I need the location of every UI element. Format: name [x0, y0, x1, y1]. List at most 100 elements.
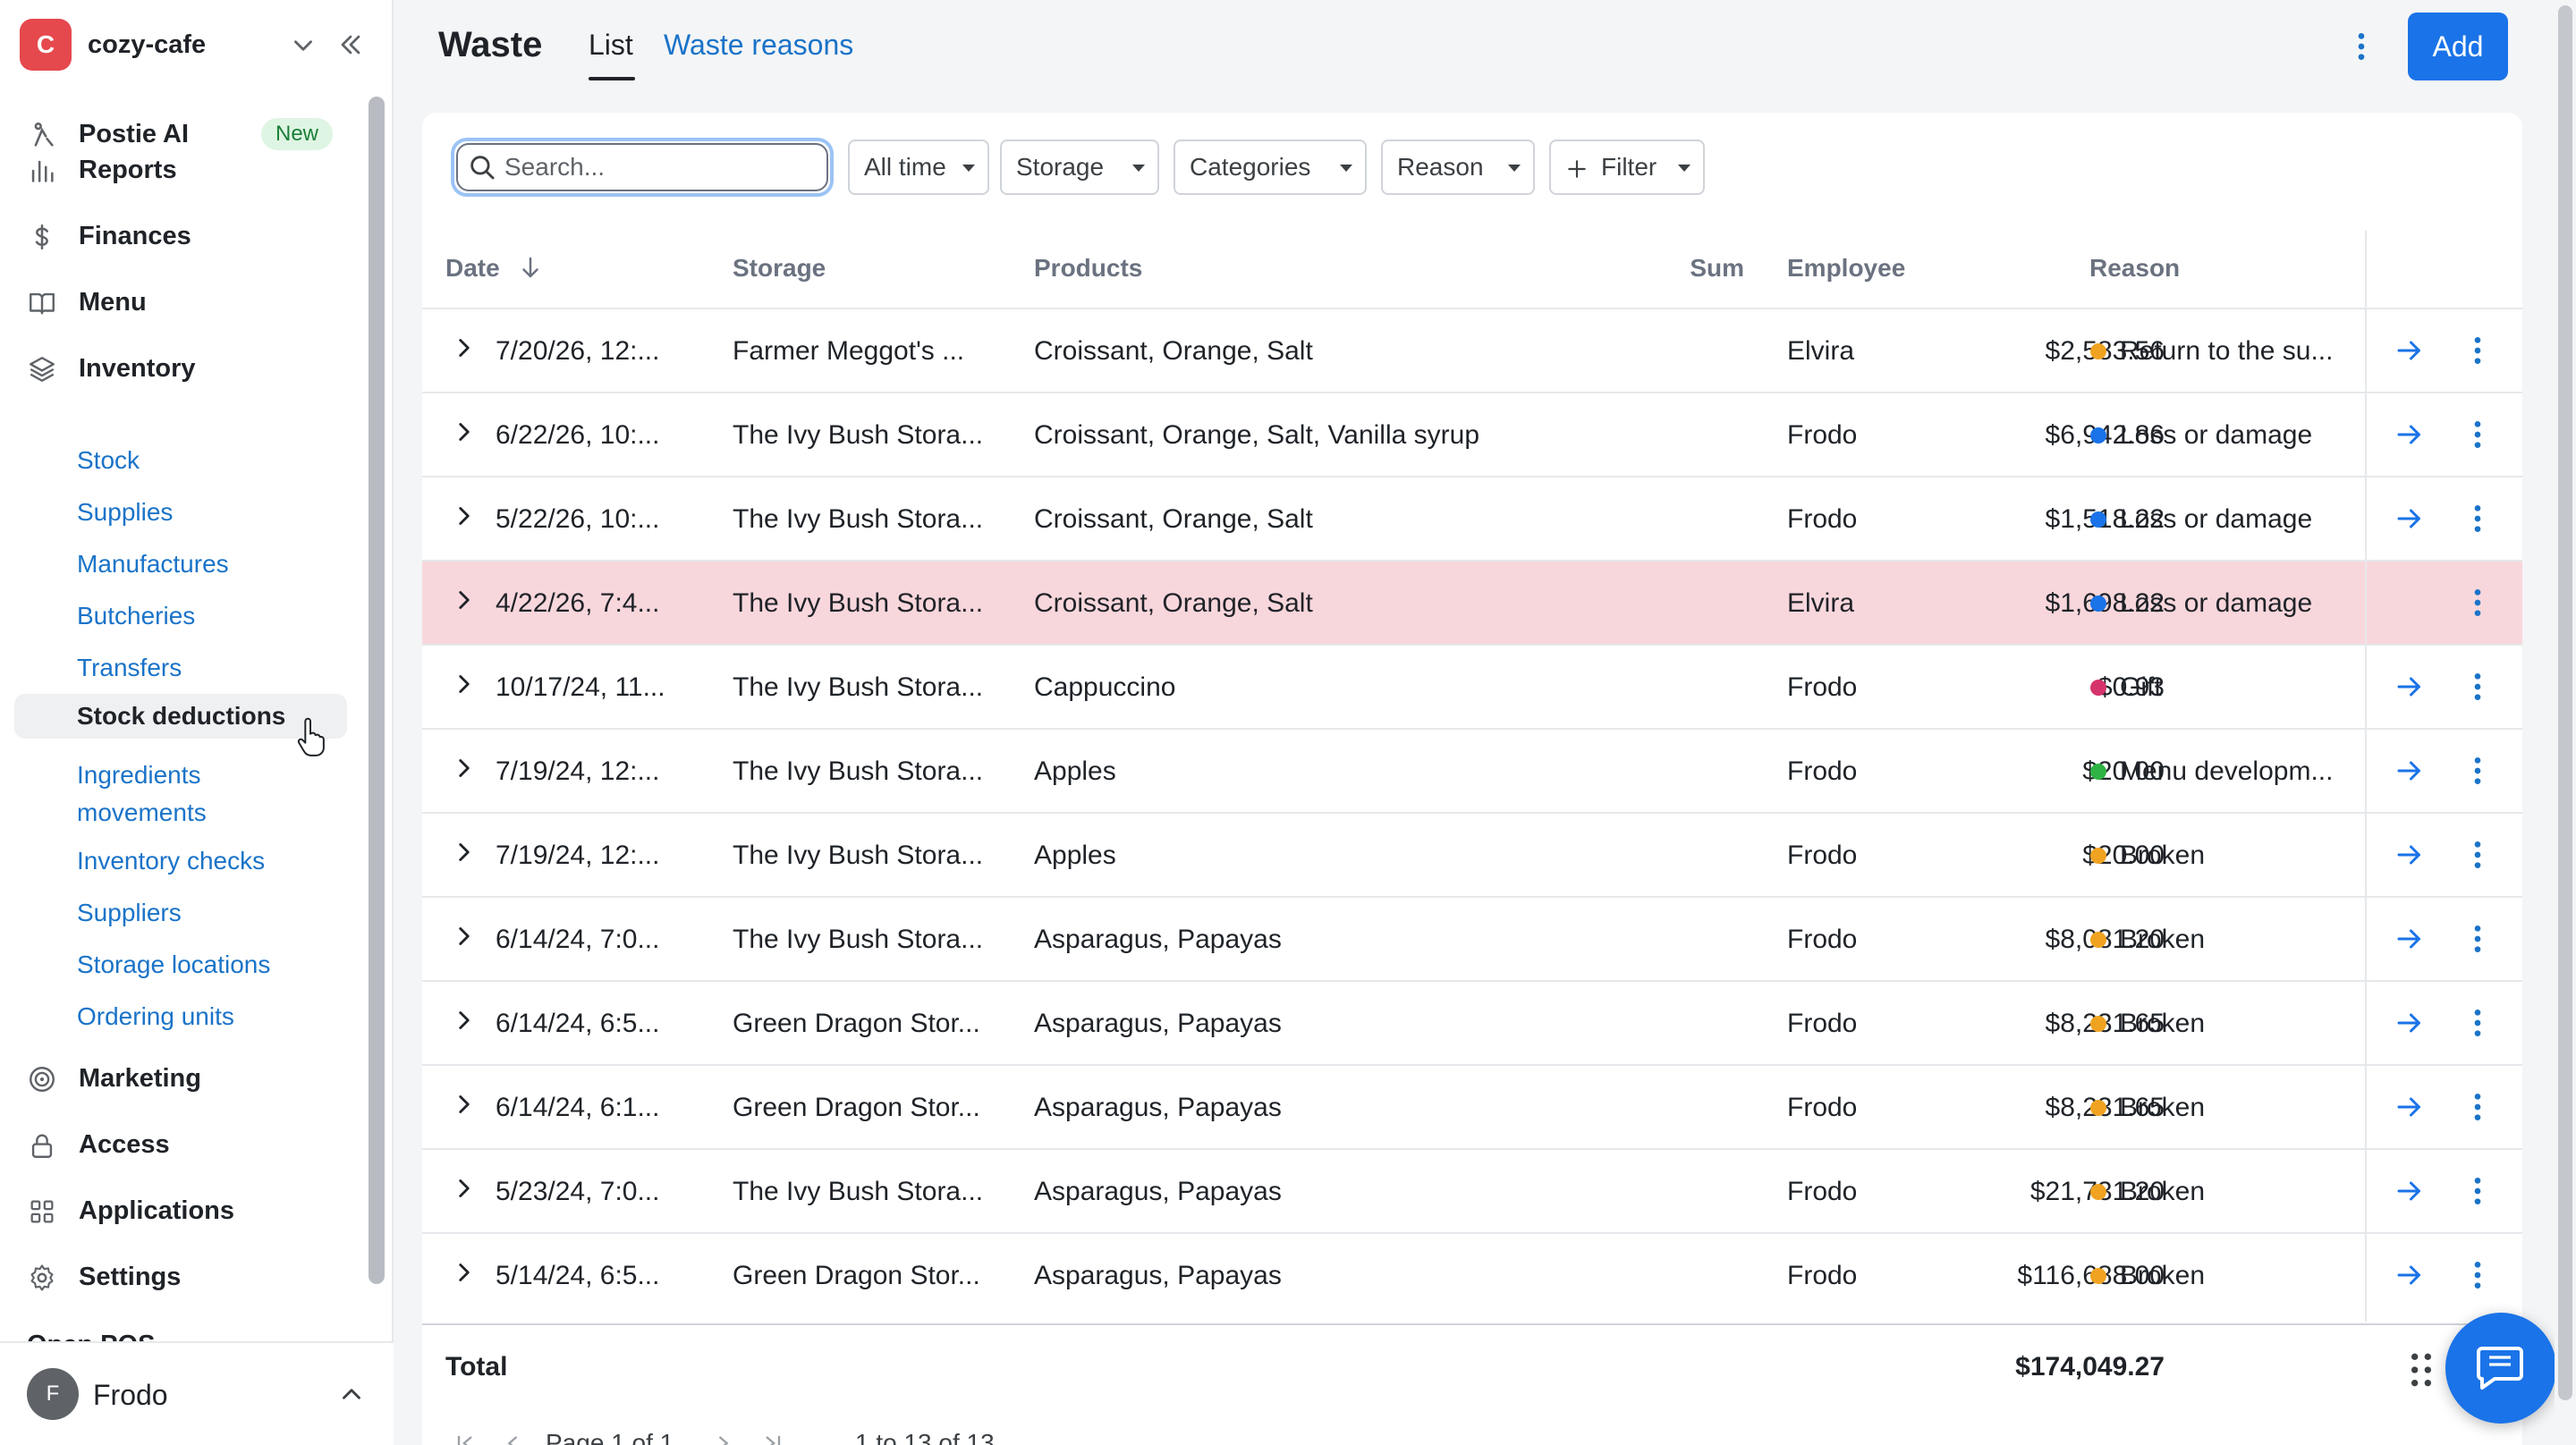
- arrow-right-icon[interactable]: [2392, 1007, 2428, 1039]
- table-row[interactable]: 4/22/26, 7:4... The Ivy Bush Stora... Croi…: [422, 560, 2522, 644]
- arrow-right-icon[interactable]: [2392, 503, 2428, 535]
- sidebar-item-access[interactable]: Access: [14, 1116, 352, 1173]
- next-page-icon[interactable]: [710, 1431, 735, 1445]
- expand-row-icon[interactable]: [449, 1005, 479, 1035]
- first-page-icon[interactable]: [453, 1431, 478, 1445]
- column-header-reason[interactable]: Reason: [2089, 254, 2180, 283]
- sidebar-item-reports[interactable]: Reports: [14, 141, 352, 199]
- row-more-options-icon[interactable]: [2460, 1089, 2496, 1125]
- table-row[interactable]: 5/22/26, 10:... The Ivy Bush Stora... Croi…: [422, 476, 2522, 560]
- expand-row-icon[interactable]: [449, 669, 479, 699]
- drag-handle-icon[interactable]: [2406, 1350, 2436, 1390]
- row-more-options-icon[interactable]: [2460, 753, 2496, 789]
- sidebar-item-menu[interactable]: Menu: [14, 274, 352, 331]
- column-header-storage[interactable]: Storage: [733, 254, 826, 283]
- more-options-icon[interactable]: [2343, 27, 2379, 66]
- row-more-options-icon[interactable]: [2460, 669, 2496, 705]
- column-header-products[interactable]: Products: [1034, 254, 1142, 283]
- tab-list[interactable]: List: [589, 29, 633, 62]
- row-more-options-icon[interactable]: [2460, 921, 2496, 957]
- search-box[interactable]: [451, 138, 834, 197]
- tab-waste-reasons[interactable]: Waste reasons: [664, 29, 853, 62]
- sidebar-scrollbar-thumb[interactable]: [369, 97, 385, 1284]
- arrow-right-icon[interactable]: [2392, 1175, 2428, 1207]
- employee-cell: Frodo: [1787, 672, 1858, 702]
- sidebar-subitem-suppliers[interactable]: Suppliers: [14, 891, 347, 935]
- arrow-right-icon[interactable]: [2392, 1091, 2428, 1123]
- table-row[interactable]: 7/20/26, 12:... Farmer Meggot's ... Croiss…: [422, 308, 2522, 392]
- categories-filter-dropdown[interactable]: Categories: [1174, 139, 1367, 195]
- column-header-employee[interactable]: Employee: [1787, 254, 1905, 283]
- search-input[interactable]: [504, 148, 818, 186]
- table-row[interactable]: 6/14/24, 7:0... The Ivy Bush Stora... Aspa…: [422, 896, 2522, 980]
- row-more-options-icon[interactable]: [2460, 417, 2496, 452]
- arrow-right-icon[interactable]: [2392, 755, 2428, 787]
- arrow-right-icon[interactable]: [2392, 418, 2428, 451]
- products-cell: Croissant, Orange, Salt, Vanilla syrup: [1034, 420, 1480, 450]
- expand-row-icon[interactable]: [449, 753, 479, 783]
- expand-row-icon[interactable]: [449, 1089, 479, 1120]
- row-more-options-icon[interactable]: [2460, 585, 2496, 621]
- table-row[interactable]: 5/14/24, 6:5... Green Dragon Stor... Aspar…: [422, 1232, 2522, 1316]
- row-more-options-icon[interactable]: [2460, 1173, 2496, 1209]
- arrow-right-icon[interactable]: [2392, 334, 2428, 367]
- column-header-date[interactable]: Date: [445, 254, 500, 283]
- sidebar-subitem-ingredients-movements[interactable]: Ingredients movements: [14, 751, 347, 837]
- sidebar-subitem-inventory-checks[interactable]: Inventory checks: [14, 839, 347, 883]
- employee-cell: Frodo: [1787, 1093, 1858, 1122]
- expand-row-icon[interactable]: [449, 501, 479, 531]
- storage-filter-dropdown[interactable]: Storage: [1000, 139, 1159, 195]
- add-button[interactable]: Add: [2408, 13, 2508, 80]
- expand-row-icon[interactable]: [449, 585, 479, 615]
- sidebar-subitem-transfers[interactable]: Transfers: [14, 646, 347, 690]
- sidebar-subitem-manufactures[interactable]: Manufactures: [14, 542, 347, 587]
- expand-row-icon[interactable]: [449, 333, 479, 363]
- row-more-options-icon[interactable]: [2460, 1005, 2496, 1041]
- table-row[interactable]: 6/14/24, 6:1... Green Dragon Stor... Aspar…: [422, 1064, 2522, 1148]
- arrow-right-icon[interactable]: [2392, 839, 2428, 871]
- support-chat-button[interactable]: [2445, 1313, 2556, 1424]
- chevron-up-icon[interactable]: [336, 1379, 367, 1409]
- expand-row-icon[interactable]: [449, 1173, 479, 1204]
- collapse-sidebar-icon[interactable]: [335, 29, 367, 61]
- sidebar-item-finances[interactable]: Finances: [14, 207, 352, 265]
- arrow-right-icon[interactable]: [2392, 671, 2428, 703]
- sidebar-item-marketing[interactable]: Marketing: [14, 1050, 352, 1107]
- last-page-icon[interactable]: [760, 1431, 785, 1445]
- row-more-options-icon[interactable]: [2460, 333, 2496, 368]
- row-more-options-icon[interactable]: [2460, 501, 2496, 537]
- column-header-sum[interactable]: Sum: [1655, 254, 1744, 283]
- sidebar-subitem-ordering-units[interactable]: Ordering units: [14, 994, 347, 1039]
- sidebar-item-open-pos[interactable]: Open POS: [27, 1325, 349, 1341]
- sidebar-subitem-supplies[interactable]: Supplies: [14, 490, 347, 535]
- expand-row-icon[interactable]: [449, 1257, 479, 1288]
- sidebar-subitem-storage-locations[interactable]: Storage locations: [14, 942, 347, 987]
- workspace-switcher[interactable]: C cozy-cafe: [20, 18, 377, 72]
- row-more-options-icon[interactable]: [2460, 837, 2496, 873]
- expand-row-icon[interactable]: [449, 837, 479, 867]
- sidebar-item-settings[interactable]: Settings: [14, 1248, 352, 1306]
- table-row[interactable]: 5/23/24, 7:0... The Ivy Bush Stora... Aspa…: [422, 1148, 2522, 1232]
- expand-row-icon[interactable]: [449, 417, 479, 447]
- sort-descending-icon[interactable]: [517, 252, 544, 283]
- arrow-right-icon[interactable]: [2392, 923, 2428, 955]
- table-row[interactable]: 6/22/26, 10:... The Ivy Bush Stora... Croi…: [422, 392, 2522, 476]
- sidebar-subitem-stock[interactable]: Stock: [14, 438, 347, 483]
- table-row[interactable]: 6/14/24, 6:5... Green Dragon Stor... Aspar…: [422, 980, 2522, 1064]
- sidebar-subitem-butcheries[interactable]: Butcheries: [14, 594, 347, 638]
- arrow-right-icon[interactable]: [2392, 1259, 2428, 1291]
- page-scrollbar-thumb[interactable]: [2558, 5, 2572, 1400]
- user-menu[interactable]: F Frodo: [0, 1341, 394, 1445]
- table-row[interactable]: 7/19/24, 12:... The Ivy Bush Stora... Appl…: [422, 728, 2522, 812]
- row-more-options-icon[interactable]: [2460, 1257, 2496, 1293]
- sidebar-item-applications[interactable]: Applications: [14, 1182, 352, 1239]
- sidebar-item-inventory[interactable]: Inventory: [14, 340, 352, 397]
- chevron-down-icon[interactable]: [288, 30, 318, 61]
- table-row[interactable]: 10/17/24, 11... The Ivy Bush Stora... Capp…: [422, 644, 2522, 728]
- previous-page-icon[interactable]: [501, 1431, 526, 1445]
- table-row[interactable]: 7/19/24, 12:... The Ivy Bush Stora... Appl…: [422, 812, 2522, 896]
- reason-filter-dropdown[interactable]: Reason: [1381, 139, 1535, 195]
- expand-row-icon[interactable]: [449, 921, 479, 951]
- add-filter-dropdown[interactable]: Filter: [1549, 139, 1705, 195]
- time-filter-dropdown[interactable]: All time: [848, 139, 989, 195]
